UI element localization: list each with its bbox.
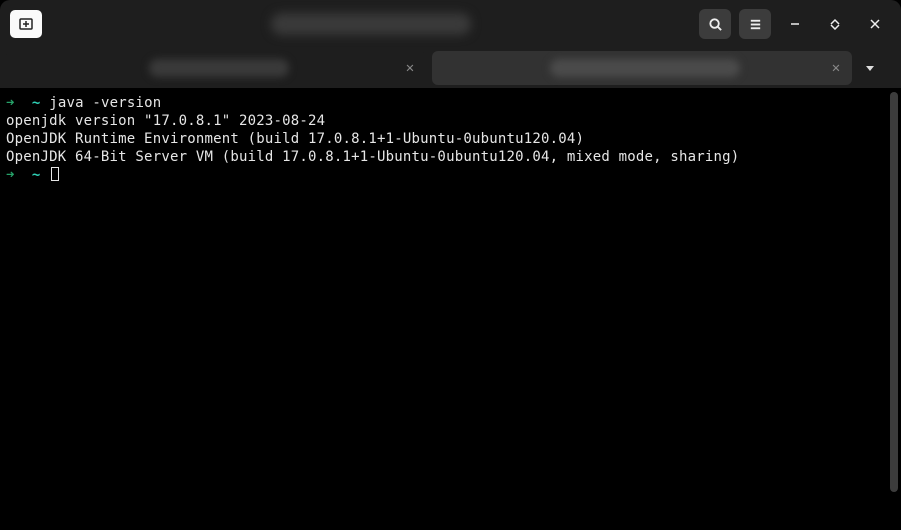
terminal-window: ✕ ✕ ➜ ~ java -version openjdk version "1… [0, 0, 901, 530]
window-title-area [50, 13, 691, 35]
tab-1-close-icon[interactable]: ✕ [402, 60, 418, 76]
prompt-cwd: ~ [32, 167, 41, 183]
tab-2-active[interactable]: ✕ [432, 51, 852, 85]
window-title-blurred [271, 13, 471, 35]
terminal-content[interactable]: ➜ ~ java -version openjdk version "17.0.… [0, 88, 887, 530]
new-tab-button[interactable] [10, 10, 42, 38]
close-button[interactable] [859, 9, 891, 39]
prompt-arrow-icon: ➜ [6, 167, 15, 183]
output-line: openjdk version "17.0.8.1" 2023-08-24 [6, 113, 325, 129]
minimize-button[interactable] [779, 9, 811, 39]
cursor [51, 167, 59, 181]
scrollbar[interactable] [890, 92, 898, 492]
tabs-dropdown-button[interactable] [858, 51, 882, 85]
tab-2-label-blurred [550, 59, 740, 77]
output-line: OpenJDK 64-Bit Server VM (build 17.0.8.1… [6, 149, 739, 165]
tab-1[interactable]: ✕ [6, 51, 426, 85]
maximize-button[interactable] [819, 9, 851, 39]
tab-1-label-blurred [149, 59, 289, 77]
output-line: OpenJDK Runtime Environment (build 17.0.… [6, 131, 584, 147]
tab-2-close-icon[interactable]: ✕ [828, 60, 844, 76]
command-text: java -version [49, 95, 161, 111]
search-button[interactable] [699, 9, 731, 39]
terminal-viewport[interactable]: ➜ ~ java -version openjdk version "17.0.… [0, 88, 901, 530]
prompt-cwd: ~ [32, 95, 41, 111]
tab-bar: ✕ ✕ [0, 48, 901, 88]
prompt-arrow-icon: ➜ [6, 95, 15, 111]
titlebar [0, 0, 901, 48]
menu-button[interactable] [739, 9, 771, 39]
